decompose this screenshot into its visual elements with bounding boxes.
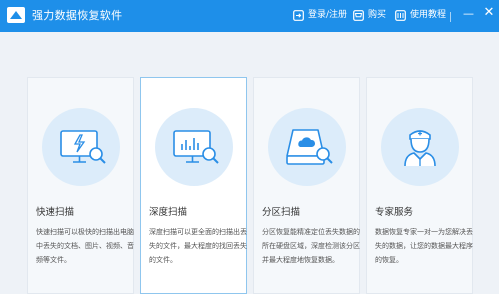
login-register-button[interactable]: 登录/注册	[293, 8, 347, 22]
expert-service-description: 数据恢复专家一对一为您解决丢失的数据，让您的数据最大程序的恢复。	[375, 228, 473, 264]
buy-label: 购买	[368, 10, 387, 20]
deep-scan-title: 深度扫描	[149, 207, 188, 218]
partition-scan-card[interactable]: 分区扫描 分区恢复能精准定位丢失数据的所在硬盘区域，深度检测该分区并最大程度地恢…	[253, 77, 360, 294]
book-icon	[395, 9, 406, 21]
titlebar-divider	[450, 12, 451, 22]
app-title: 强力数据恢复软件	[32, 9, 123, 22]
title-bar: 强力数据恢复软件 登录/注册 购买 使用教程 — ✕	[0, 0, 499, 32]
minimize-button[interactable]: —	[463, 8, 474, 20]
expert-service-card[interactable]: 专家服务 数据恢复专家一对一为您解决丢失的数据，让您的数据最大程序的恢复。	[366, 77, 473, 294]
drive-cloud-search-icon	[286, 129, 333, 165]
monitor-bolt-search-icon	[60, 130, 106, 164]
login-icon	[293, 9, 304, 21]
main-content: 快速扫描 快速扫描可以极快的扫描出电脑中丢失的文档、图片、视频、音频等文件。 深…	[0, 32, 499, 294]
deep-scan-card[interactable]: 深度扫描 深度扫描可以更全面的扫描出丢失的文件，最大程度的找回丢失的文件。	[140, 77, 247, 294]
partition-scan-description: 分区恢复能精准定位丢失数据的所在硬盘区域，深度检测该分区并最大程度地恢复数据。	[262, 228, 360, 264]
deep-scan-description: 深度扫描可以更全面的扫描出丢失的文件，最大程度的找回丢失的文件。	[149, 228, 247, 264]
expert-service-title: 专家服务	[375, 207, 414, 218]
close-button[interactable]: ✕	[483, 6, 495, 20]
app-logo-icon	[7, 7, 25, 23]
tutorial-button[interactable]: 使用教程	[395, 8, 446, 22]
buy-button[interactable]: 购买	[353, 8, 386, 22]
partition-scan-title: 分区扫描	[262, 207, 301, 218]
monitor-chart-search-icon	[173, 130, 219, 164]
cart-icon	[353, 9, 364, 21]
quick-scan-description: 快速扫描可以极快的扫描出电脑中丢失的文档、图片、视频、音频等文件。	[36, 228, 134, 264]
quick-scan-title: 快速扫描	[36, 207, 75, 218]
login-register-label: 登录/注册	[308, 10, 348, 20]
quick-scan-card[interactable]: 快速扫描 快速扫描可以极快的扫描出电脑中丢失的文档、图片、视频、音频等文件。	[27, 77, 134, 294]
tutorial-label: 使用教程	[410, 10, 447, 20]
expert-person-icon	[404, 130, 436, 167]
